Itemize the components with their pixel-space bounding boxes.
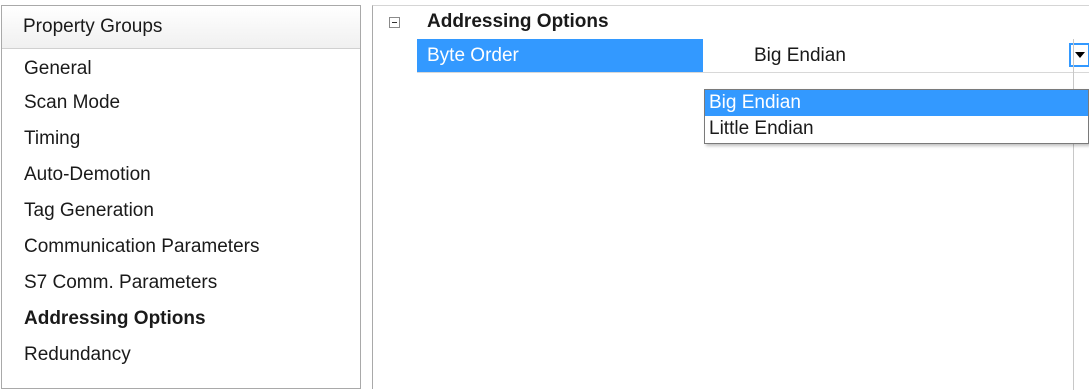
property-name-byte-order[interactable]: Byte Order (417, 39, 703, 72)
group-item-s7-comm-parameters[interactable]: S7 Comm. Parameters (2, 265, 360, 301)
group-item-general[interactable]: General (2, 53, 360, 85)
group-item-auto-demotion[interactable]: Auto-Demotion (2, 157, 360, 193)
collapse-minus-icon[interactable] (389, 17, 400, 28)
property-groups-panel: Property Groups General Scan Mode Timing… (1, 5, 361, 389)
group-item-communication-parameters[interactable]: Communication Parameters (2, 229, 360, 265)
byte-order-value: Big Endian (754, 45, 846, 66)
property-grid: Addressing Options Byte Order Big Endian (372, 5, 1089, 390)
dropdown-option-little-endian[interactable]: Little Endian (705, 116, 1088, 142)
group-item-redundancy[interactable]: Redundancy (2, 337, 360, 373)
byte-order-combobox[interactable]: Big Endian (747, 39, 1089, 72)
property-groups-header: Property Groups (2, 6, 360, 49)
group-item-timing[interactable]: Timing (2, 121, 360, 157)
property-row-byte-order: Byte Order Big Endian (417, 39, 1089, 73)
property-groups-list: General Scan Mode Timing Auto-Demotion T… (2, 53, 360, 373)
dropdown-arrow-icon[interactable] (1069, 43, 1089, 67)
byte-order-dropdown-list: Big Endian Little Endian (704, 89, 1089, 144)
group-item-scan-mode[interactable]: Scan Mode (2, 85, 360, 121)
group-item-tag-generation[interactable]: Tag Generation (2, 193, 360, 229)
category-row: Addressing Options (373, 6, 1089, 39)
group-item-addressing-options[interactable]: Addressing Options (2, 301, 360, 337)
dropdown-option-big-endian[interactable]: Big Endian (705, 90, 1088, 116)
category-label: Addressing Options (427, 11, 609, 32)
